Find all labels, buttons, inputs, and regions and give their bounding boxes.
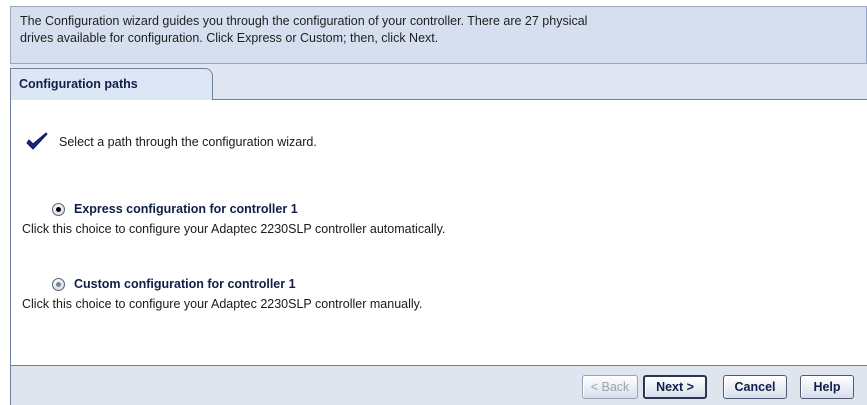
button-bar: < Back Next > Cancel Help bbox=[10, 365, 867, 405]
custom-option-title[interactable]: Custom configuration for controller 1 bbox=[74, 277, 296, 291]
intro-panel: The Configuration wizard guides you thro… bbox=[10, 6, 867, 64]
tab-content: Select a path through the configuration … bbox=[10, 100, 867, 365]
tab-strip: Configuration paths bbox=[10, 64, 867, 101]
custom-option: Custom configuration for controller 1 Cl… bbox=[22, 275, 422, 311]
custom-option-description: Click this choice to configure your Adap… bbox=[22, 297, 423, 311]
next-button[interactable]: Next > bbox=[643, 375, 707, 399]
express-option-description: Click this choice to configure your Adap… bbox=[22, 222, 446, 236]
express-radio[interactable] bbox=[52, 202, 65, 216]
intro-line-1: The Configuration wizard guides you thro… bbox=[20, 14, 588, 28]
tab-label: Configuration paths bbox=[19, 77, 138, 91]
cancel-button[interactable]: Cancel bbox=[723, 375, 787, 399]
wizard-window: The Configuration wizard guides you thro… bbox=[10, 0, 867, 405]
checkmark-icon bbox=[26, 132, 48, 150]
help-button[interactable]: Help bbox=[800, 375, 854, 399]
express-option: Express configuration for controller 1 C… bbox=[22, 200, 445, 236]
back-button[interactable]: < Back bbox=[582, 375, 638, 399]
custom-radio[interactable] bbox=[52, 277, 65, 291]
express-option-title[interactable]: Express configuration for controller 1 bbox=[74, 202, 298, 216]
intro-line-2: drives available for configuration. Clic… bbox=[20, 31, 439, 45]
tab-configuration-paths[interactable]: Configuration paths bbox=[10, 68, 213, 101]
instruction-text: Select a path through the configuration … bbox=[59, 135, 317, 149]
instruction-row: Select a path through the configuration … bbox=[25, 132, 317, 152]
